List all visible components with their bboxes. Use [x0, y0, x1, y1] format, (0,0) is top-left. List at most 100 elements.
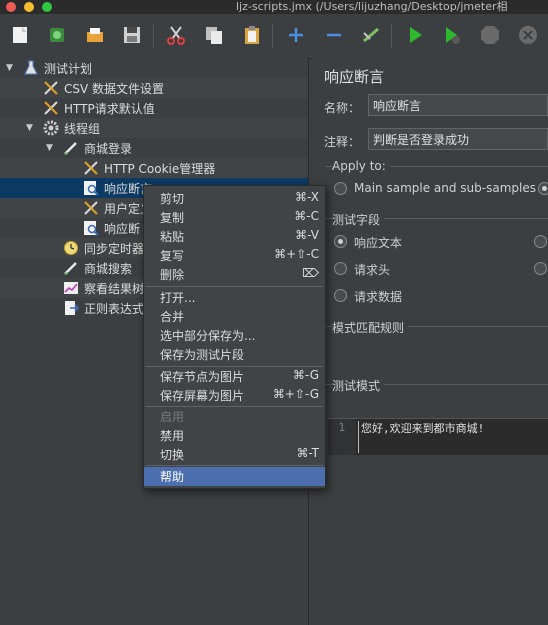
pattern-editor[interactable]: 1 您好,欢迎来到都市商城! [328, 418, 548, 455]
menu-item-save-node-image[interactable]: 保存节点为图片 ⌘-G [144, 367, 325, 386]
paste-icon[interactable] [239, 22, 265, 48]
comment-field[interactable]: 判断是否登录成功 [368, 128, 548, 150]
config-tools-icon [82, 199, 100, 217]
expand-icon[interactable] [283, 22, 309, 48]
window-title: ljz-scripts.jmx (/Users/lijuzhang/Deskto… [236, 0, 508, 13]
cut-icon[interactable] [163, 22, 189, 48]
menu-item-label: 粘贴 [160, 230, 185, 244]
timer-icon [62, 239, 80, 257]
menu-item-save-as-fragment[interactable]: 保存为测试片段 [144, 345, 325, 364]
menu-item-save-selection-as[interactable]: 选中部分保存为... [144, 326, 325, 345]
menu-shortcut: ⌘+⇧-C [274, 247, 319, 261]
menu-item-label: 复制 [160, 211, 185, 225]
config-tools-icon [42, 79, 60, 97]
apply-to-label: Apply to: [332, 159, 390, 173]
stop-icon[interactable] [477, 22, 503, 48]
assertion-magnifier-icon [82, 219, 100, 237]
menu-item-copy[interactable]: 复制 ⌘-C [144, 208, 325, 227]
tree-item-label: 察看结果树 [84, 282, 145, 296]
tree-item-label: 商城登录 [84, 142, 133, 156]
open-icon[interactable] [82, 22, 108, 48]
copy-icon[interactable] [201, 22, 227, 48]
menu-shortcut: ⌘+⇧-G [272, 387, 319, 401]
panel-title: 响应断言 [324, 68, 385, 86]
menu-item-open[interactable]: 打开... [144, 288, 325, 307]
pattern-text[interactable]: 您好,欢迎来到都市商城! [361, 420, 484, 436]
tree-item-label: 正则表达式 [84, 302, 145, 316]
expand-arrow-icon[interactable]: ▼ [26, 123, 33, 133]
extractor-icon [62, 299, 80, 317]
tree-item-label: 响应断 [104, 222, 141, 236]
response-text-radio[interactable] [334, 235, 347, 248]
menu-item-label: 合并 [160, 310, 185, 324]
name-label: 名称： [324, 101, 361, 115]
menu-item-duplicate[interactable]: 复写 ⌘+⇧-C [144, 246, 325, 265]
config-tools-icon [82, 159, 100, 177]
zoom-window-button[interactable] [42, 2, 52, 12]
apply-option-radio[interactable] [538, 182, 548, 195]
menu-item-label: 复写 [160, 249, 185, 263]
start-no-pauses-icon[interactable] [439, 22, 465, 48]
menu-item-label: 保存节点为图片 [160, 370, 245, 384]
tree-item-csv-config[interactable]: CSV 数据文件设置 [0, 78, 308, 98]
tree-item-label: HTTP请求默认值 [64, 102, 155, 116]
config-tools-icon [42, 99, 60, 117]
shutdown-icon[interactable] [515, 22, 541, 48]
request-headers-radio[interactable] [334, 262, 347, 275]
menu-item-disable[interactable]: 禁用 [144, 426, 325, 445]
menu-item-delete[interactable]: 删除 ⌦ [144, 265, 325, 284]
request-data-label: 请求数据 [354, 290, 403, 304]
field-option-radio[interactable] [534, 262, 547, 275]
apply-main-sub-radio[interactable] [334, 182, 347, 195]
menu-item-label: 保存为测试片段 [160, 348, 245, 362]
menu-item-enable: 启用 [144, 407, 325, 426]
menu-item-paste[interactable]: 粘贴 ⌘-V [144, 227, 325, 246]
start-icon[interactable] [402, 22, 428, 48]
templates-icon[interactable] [44, 22, 70, 48]
new-icon[interactable] [7, 22, 33, 48]
gear-icon [42, 119, 60, 137]
response-text-label: 响应文本 [354, 236, 403, 250]
field-section-label: 测试字段 [332, 211, 385, 228]
tree-item-thread-group[interactable]: ▼ 线程组 [0, 118, 308, 138]
request-data-radio[interactable] [334, 289, 347, 302]
menu-item-toggle[interactable]: 切换 ⌘-T [144, 445, 325, 464]
menu-shortcut: ⌘-V [295, 228, 319, 242]
tree-item-login[interactable]: ▼ 商城登录 [0, 138, 308, 158]
menu-shortcut: ⌘-G [292, 368, 319, 382]
menu-item-label: 切换 [160, 448, 185, 462]
expand-arrow-icon[interactable]: ▼ [6, 63, 13, 73]
save-icon[interactable] [119, 22, 145, 48]
menu-item-label: 删除 [160, 268, 185, 282]
menu-item-label: 选中部分保存为... [160, 329, 256, 343]
tree-item-test-plan[interactable]: ▼ 测试计划 [0, 58, 308, 78]
menu-item-save-screen-image[interactable]: 保存屏幕为图片 ⌘+⇧-G [144, 386, 325, 405]
menu-shortcut: ⌘-C [294, 209, 319, 223]
pattern-section-label: 测试模式 [332, 377, 385, 394]
tree-item-label: CSV 数据文件设置 [64, 82, 165, 96]
sampler-pen-icon [62, 139, 80, 157]
toggle-icon[interactable] [358, 22, 384, 48]
tree-item-label: 商城搜索 [84, 262, 133, 276]
collapse-icon[interactable] [321, 22, 347, 48]
menu-item-help[interactable]: 帮助 [144, 467, 325, 486]
assertion-magnifier-icon [82, 179, 100, 197]
expand-arrow-icon[interactable]: ▼ [46, 143, 53, 153]
listener-chart-icon [62, 279, 80, 297]
request-headers-label: 请求头 [354, 263, 391, 277]
field-option-radio[interactable] [534, 235, 547, 248]
menu-item-cut[interactable]: 剪切 ⌘-X [144, 189, 325, 208]
tree-item-label: 测试计划 [44, 62, 93, 76]
tree-item-cookie-manager[interactable]: HTTP Cookie管理器 [0, 158, 308, 178]
tree-item-label: HTTP Cookie管理器 [104, 162, 216, 176]
name-field[interactable]: 响应断言 [368, 94, 548, 116]
close-window-button[interactable] [6, 2, 16, 12]
flask-icon [22, 59, 40, 77]
menu-item-label: 打开... [160, 291, 196, 305]
tree-item-http-defaults[interactable]: HTTP请求默认值 [0, 98, 308, 118]
comment-label: 注释： [324, 135, 361, 149]
minimize-window-button[interactable] [24, 2, 34, 12]
toolbar [0, 14, 548, 59]
menu-item-merge[interactable]: 合并 [144, 307, 325, 326]
context-menu: 剪切 ⌘-X 复制 ⌘-C 粘贴 ⌘-V 复写 ⌘+⇧-C 删除 ⌦ 打开... 合并 选… [143, 185, 326, 489]
